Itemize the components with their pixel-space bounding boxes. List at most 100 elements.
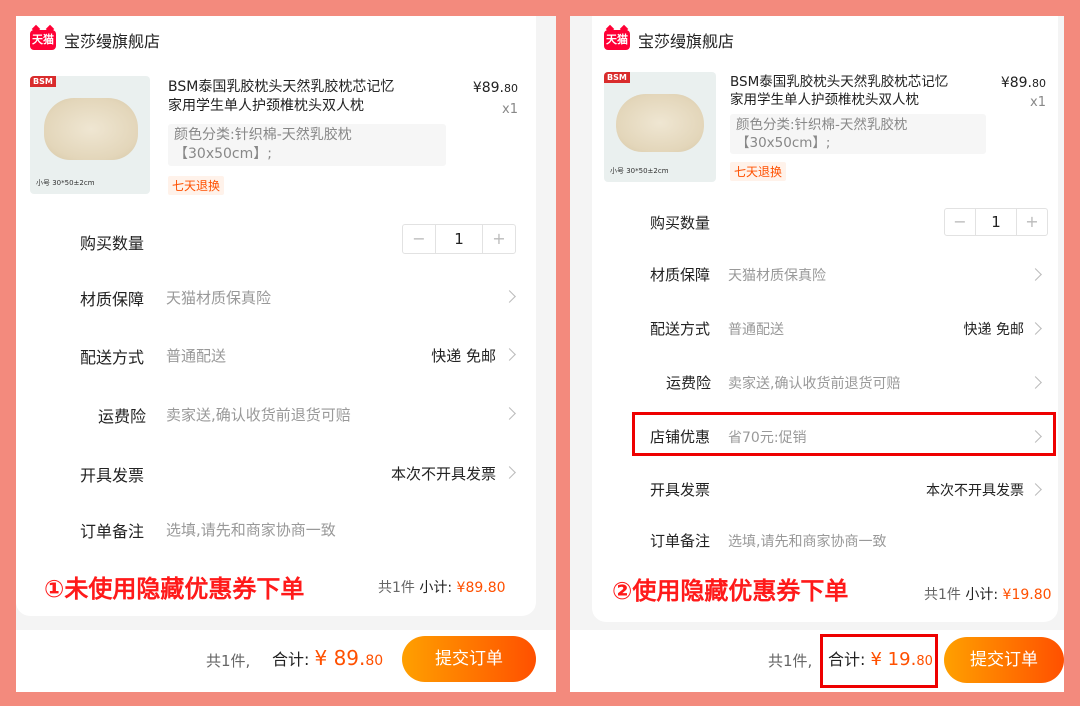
material-value[interactable]: 天猫材质保真险	[728, 265, 826, 285]
size-note: 小号 30*50±2cm	[610, 167, 669, 175]
invoice-label: 开具发票	[80, 466, 145, 485]
product-title-line2: 家用学生单人护颈椎枕头双人枕	[730, 92, 919, 108]
quantity-stepper[interactable]: − 1 +	[402, 224, 516, 254]
total-highlight-box	[820, 634, 938, 688]
summary-subtotal-label: 小计:	[419, 580, 453, 596]
bottom-bar: 共1件, 合计: ¥ 89.80 提交订单	[16, 630, 556, 692]
invoice-option[interactable]: 本次不开具发票	[926, 480, 1024, 500]
bottom-item-count: 共1件,	[768, 652, 813, 670]
chevron-right-icon[interactable]	[503, 466, 516, 479]
summary-count: 共1件	[924, 587, 961, 603]
submit-order-button[interactable]: 提交订单	[402, 636, 536, 682]
order-card: 天猫 宝莎缦旗舰店 BSM 小号 30*50±2cm BSM泰国乳胶枕头天然乳胶…	[592, 16, 1058, 622]
chevron-right-icon[interactable]	[1029, 483, 1042, 496]
order-panel-with-coupon: 天猫 宝莎缦旗舰店 BSM 小号 30*50±2cm BSM泰国乳胶枕头天然乳胶…	[570, 16, 1064, 692]
decrease-button[interactable]: −	[403, 225, 435, 253]
return-policy-badge: 七天退换	[730, 162, 787, 181]
freight-insurance-value[interactable]: 卖家送,确认收货前退货可赔	[166, 404, 351, 425]
quantity-input[interactable]: 1	[435, 225, 483, 253]
spec-line2: 【30x50cm】;	[736, 135, 831, 151]
spec-line1: 颜色分类:针织棉-天然乳胶枕	[736, 117, 908, 133]
annotation-label: ①未使用隐藏优惠券下单	[44, 575, 305, 603]
quantity-label: 购买数量	[80, 234, 145, 253]
bottom-item-count: 共1件,	[206, 652, 251, 670]
product-spec[interactable]: 颜色分类:针织棉-天然乳胶枕 【30x50cm】;	[730, 114, 986, 154]
quantity-input[interactable]: 1	[975, 209, 1017, 235]
remark-label: 订单备注	[650, 532, 711, 550]
bottom-total: 合计: ¥ 89.80	[272, 646, 383, 670]
pillow-image	[44, 98, 138, 160]
pillow-image	[616, 94, 704, 152]
remark-label: 订单备注	[80, 522, 145, 541]
chevron-right-icon[interactable]	[503, 348, 516, 361]
total-label: 合计:	[272, 650, 310, 669]
shop-name: 宝莎缦旗舰店	[64, 32, 161, 51]
brand-tag: BSM	[30, 76, 56, 87]
tmall-logo-icon: 天猫	[604, 30, 630, 50]
freight-insurance-value[interactable]: 卖家送,确认收货前退货可赔	[728, 373, 900, 393]
shop-name: 宝莎缦旗舰店	[638, 32, 735, 51]
product-price: ¥89.80	[473, 80, 518, 96]
material-value[interactable]: 天猫材质保真险	[166, 287, 271, 308]
product-title-line1: BSM泰国乳胶枕头天然乳胶枕芯记忆	[730, 74, 949, 90]
order-summary: 共1件 小计: ¥89.80	[378, 577, 506, 597]
freight-insurance-label: 运费险	[666, 374, 712, 392]
chevron-right-icon[interactable]	[1029, 322, 1042, 335]
quantity-stepper[interactable]: − 1 +	[944, 208, 1048, 236]
shop-header[interactable]: 天猫 宝莎缦旗舰店	[604, 28, 734, 52]
product-image[interactable]: BSM 小号 30*50±2cm	[604, 72, 716, 182]
invoice-option[interactable]: 本次不开具发票	[391, 463, 496, 484]
delivery-label: 配送方式	[80, 348, 145, 367]
order-card: 天猫 宝莎缦旗舰店 BSM 小号 30*50±2cm BSM泰国乳胶枕头天然乳胶…	[16, 16, 536, 616]
remark-input[interactable]: 选填,请先和商家协商一致	[166, 519, 336, 540]
price-decimal: 80	[504, 82, 518, 95]
increase-button[interactable]: +	[1017, 209, 1047, 235]
quantity-label: 购买数量	[650, 214, 711, 232]
order-panel-without-coupon: 天猫 宝莎缦旗舰店 BSM 小号 30*50±2cm BSM泰国乳胶枕头天然乳胶…	[16, 16, 556, 692]
product-title-line2: 家用学生单人护颈椎枕头双人枕	[168, 98, 364, 114]
increase-button[interactable]: +	[483, 225, 515, 253]
annotation-label: ②使用隐藏优惠券下单	[612, 577, 849, 605]
product-quantity: x1	[502, 102, 518, 117]
price-integer: ¥89.	[472, 80, 504, 96]
discount-highlight-box	[632, 412, 1056, 456]
delivery-label: 配送方式	[650, 320, 711, 338]
summary-count: 共1件	[378, 580, 415, 596]
spec-line1: 颜色分类:针织棉-天然乳胶枕	[174, 127, 352, 143]
return-policy-badge: 七天退换	[168, 176, 225, 195]
product-title[interactable]: BSM泰国乳胶枕头天然乳胶枕芯记忆 家用学生单人护颈椎枕头双人枕	[168, 78, 394, 116]
price-decimal: 80	[1032, 77, 1046, 90]
invoice-label: 开具发票	[650, 481, 711, 499]
summary-subtotal-label: 小计:	[965, 587, 999, 603]
price-integer: ¥89.	[1000, 75, 1032, 91]
decrease-button[interactable]: −	[945, 209, 975, 235]
product-spec[interactable]: 颜色分类:针织棉-天然乳胶枕 【30x50cm】;	[168, 124, 446, 166]
total-amount-decimal: 80	[365, 653, 384, 669]
chevron-right-icon[interactable]	[503, 290, 516, 303]
delivery-option[interactable]: 快递 免邮	[964, 319, 1024, 339]
delivery-value[interactable]: 普通配送	[166, 345, 226, 366]
chevron-right-icon[interactable]	[1029, 268, 1042, 281]
size-note: 小号 30*50±2cm	[36, 179, 95, 187]
submit-order-button[interactable]: 提交订单	[944, 637, 1064, 683]
product-title-line1: BSM泰国乳胶枕头天然乳胶枕芯记忆	[168, 79, 395, 95]
material-label: 材质保障	[80, 290, 145, 309]
product-quantity: x1	[1030, 95, 1046, 110]
material-label: 材质保障	[650, 266, 711, 284]
delivery-option[interactable]: 快递 免邮	[431, 345, 496, 366]
delivery-value[interactable]: 普通配送	[728, 319, 784, 339]
bottom-bar: 共1件, 合计: ¥ 19.80 提交订单	[570, 630, 1064, 692]
product-title[interactable]: BSM泰国乳胶枕头天然乳胶枕芯记忆 家用学生单人护颈椎枕头双人枕	[730, 73, 948, 109]
freight-insurance-label: 运费险	[98, 407, 147, 426]
brand-tag: BSM	[604, 72, 630, 83]
chevron-right-icon[interactable]	[503, 407, 516, 420]
remark-input[interactable]: 选填,请先和商家协商一致	[728, 531, 886, 551]
chevron-right-icon[interactable]	[1029, 376, 1042, 389]
summary-subtotal-amount: ¥19.80	[1002, 587, 1052, 603]
tmall-logo-icon: 天猫	[30, 30, 56, 50]
shop-header[interactable]: 天猫 宝莎缦旗舰店	[30, 28, 160, 52]
order-summary: 共1件 小计: ¥19.80	[924, 584, 1052, 604]
spec-line2: 【30x50cm】;	[174, 146, 272, 162]
total-amount-integer: ¥ 89.	[314, 646, 366, 670]
product-image[interactable]: BSM 小号 30*50±2cm	[30, 76, 150, 194]
